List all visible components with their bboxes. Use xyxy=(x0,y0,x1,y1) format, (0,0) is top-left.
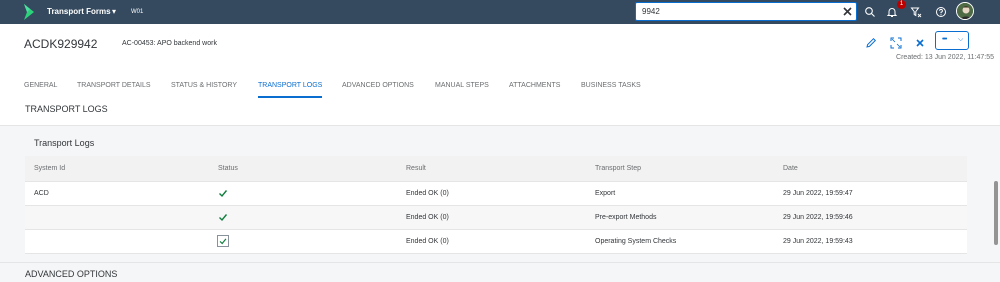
search-input[interactable]: 9942 xyxy=(642,7,660,17)
tab-general[interactable]: GENERAL xyxy=(24,81,57,101)
tab-attachments[interactable]: ATTACHMENTS xyxy=(509,81,560,101)
table-row[interactable]: Ended OK (0) Operating System Checks 29 … xyxy=(25,230,967,254)
column-header-system-id[interactable]: System Id xyxy=(34,164,65,174)
tab-advanced-options[interactable]: ADVANCED OPTIONS xyxy=(342,81,414,101)
user-avatar[interactable] xyxy=(956,2,974,20)
section-divider xyxy=(0,262,1000,263)
column-header-date[interactable]: Date xyxy=(783,164,798,174)
app-menu-caret-icon[interactable]: ▾ xyxy=(112,6,116,18)
tab-status-history[interactable]: STATUS & HISTORY xyxy=(171,81,237,101)
column-header-transport-step[interactable]: Transport Step xyxy=(595,164,641,174)
shell-bar: Transport Forms ▾ W01 9942 1 xyxy=(0,0,1000,24)
cell-date: 29 Jun 2022, 19:59:46 xyxy=(783,214,853,221)
app-title[interactable]: Transport Forms xyxy=(47,6,111,18)
object-subtitle: AC-00453: APO backend work xyxy=(122,40,217,47)
cell-result: Ended OK (0) xyxy=(406,190,449,197)
clear-search-icon[interactable] xyxy=(842,6,853,17)
table-header: System Id Status Result Transport Step D… xyxy=(25,156,967,182)
notification-count-badge: 1 xyxy=(897,0,906,9)
close-icon[interactable] xyxy=(913,36,927,50)
edit-icon[interactable] xyxy=(864,36,878,50)
tab-transport-logs[interactable]: TRANSPORT LOGS xyxy=(258,81,323,101)
cell-result: Ended OK (0) xyxy=(406,238,449,245)
success-check-box-icon[interactable] xyxy=(217,235,229,247)
fullscreen-icon[interactable] xyxy=(889,36,903,50)
chevron-down-icon: ⌵ xyxy=(958,36,964,43)
app-subtitle: W01 xyxy=(131,9,144,15)
tab-manual-steps[interactable]: MANUAL STEPS xyxy=(435,81,489,101)
cell-date: 29 Jun 2022, 19:59:47 xyxy=(783,190,853,197)
more-icon: ••• xyxy=(942,36,947,43)
created-timestamp: Created: 13 Jun 2022, 11:47:55 xyxy=(896,54,994,61)
cell-system-id: ACD xyxy=(34,190,49,197)
app-logo-icon[interactable] xyxy=(24,4,34,20)
table-row[interactable]: ACD Ended OK (0) Export 29 Jun 2022, 19:… xyxy=(25,182,967,206)
cell-transport-step: Operating System Checks xyxy=(595,238,677,245)
advanced-options-section-title: ADVANCED OPTIONS xyxy=(25,269,118,279)
cell-transport-step: Export xyxy=(595,190,616,197)
success-check-icon xyxy=(219,214,228,222)
cell-transport-step: Pre-export Methods xyxy=(595,214,657,221)
table-title: Transport Logs xyxy=(34,138,95,148)
object-header: ACDK929942 AC-00453: APO backend work ••… xyxy=(0,24,1000,126)
tab-transport-details[interactable]: TRANSPORT DETAILS xyxy=(77,81,151,101)
filter-icon[interactable] xyxy=(910,6,922,18)
cell-result: Ended OK (0) xyxy=(406,214,449,221)
section-title: TRANSPORT LOGS xyxy=(25,104,108,114)
help-icon[interactable] xyxy=(935,6,947,18)
column-header-result[interactable]: Result xyxy=(406,164,426,174)
tab-bar: GENERAL TRANSPORT DETAILS STATUS & HISTO… xyxy=(0,81,1000,101)
search-field[interactable]: 9942 xyxy=(635,2,857,21)
tab-business-tasks[interactable]: BUSINESS TASKS xyxy=(581,81,641,101)
vertical-scrollbar[interactable] xyxy=(994,181,998,245)
object-title: ACDK929942 xyxy=(24,37,98,51)
table-row[interactable]: Ended OK (0) Pre-export Methods 29 Jun 2… xyxy=(25,206,967,230)
search-icon[interactable] xyxy=(864,6,876,18)
column-header-status[interactable]: Status xyxy=(218,164,238,174)
notifications-bell-icon[interactable] xyxy=(886,6,898,18)
more-actions-button[interactable]: ••• ⌵ xyxy=(935,31,969,50)
user-photo-icon xyxy=(957,3,973,19)
success-check-icon xyxy=(219,190,228,198)
cell-date: 29 Jun 2022, 19:59:43 xyxy=(783,238,853,245)
